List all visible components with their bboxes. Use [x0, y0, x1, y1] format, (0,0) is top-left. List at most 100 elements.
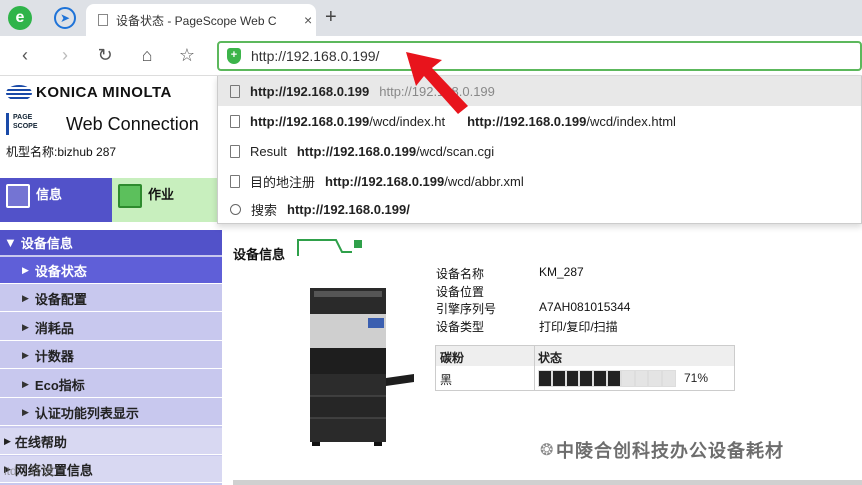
- field-label: 设备名称: [436, 267, 485, 281]
- new-tab-button[interactable]: +: [325, 6, 337, 29]
- toner-percent: 71%: [684, 371, 709, 385]
- address-suggestions: http://192.168.0.199 http://192.168.0.19…: [217, 76, 862, 224]
- suggestion-url: http://192.168.0.199: [250, 83, 370, 99]
- triangle-right-icon: ▶: [22, 264, 29, 275]
- suggestion-url-path: /wcd/scan.cgi: [416, 143, 495, 159]
- sidebar-item-label: 在线帮助: [14, 434, 67, 450]
- suggestion-url-path: /wcd/abbr.xml: [444, 173, 524, 189]
- home-icon[interactable]: ⌂: [136, 45, 158, 66]
- toner-segment: [663, 371, 675, 386]
- triangle-right-icon: ▶: [22, 292, 29, 303]
- suggestion-title-host: http://192.168.0.199: [467, 113, 587, 129]
- sidebar-nav: ▼ 设备信息 ▶ 设备状态 ▶ 设备配置 ▶ 消耗品 ▶ 计数器 ▶ Eco指标…: [0, 230, 222, 485]
- suggestion-item[interactable]: 目的地注册 http://192.168.0.199/wcd/abbr.xml: [218, 166, 861, 196]
- field-label: 设备类型: [436, 320, 485, 334]
- job-document-icon: [118, 184, 142, 208]
- info-cube-icon: [6, 184, 30, 208]
- suggestion-item[interactable]: http://192.168.0.199 http://192.168.0.19…: [218, 76, 861, 106]
- page-icon: [230, 114, 240, 128]
- reload-icon[interactable]: ↻: [94, 45, 116, 66]
- sidebar-item-label: 计数器: [34, 348, 74, 364]
- triangle-down-icon: ▼: [4, 235, 17, 250]
- suggestion-title: 目的地注册: [250, 174, 316, 190]
- suggestion-url-host: http://192.168.0.199: [325, 173, 445, 189]
- page-icon: [230, 144, 240, 158]
- suggestion-item[interactable]: Result http://192.168.0.199/wcd/scan.cgi: [218, 136, 861, 166]
- shield-icon: +: [227, 48, 241, 64]
- wechat-icon: ❂: [540, 442, 554, 459]
- back-icon[interactable]: ‹: [14, 45, 36, 66]
- suggestion-item[interactable]: 搜索 http://192.168.0.199/: [218, 194, 861, 224]
- brand-name: KONICA MINOLTA: [36, 84, 172, 101]
- search-icon: [230, 203, 241, 215]
- toner-row: 黑 71%: [436, 367, 734, 390]
- toner-segment: [552, 371, 565, 386]
- toner-segment: [566, 371, 579, 386]
- suggestion-url-host: http://192.168.0.199: [250, 113, 370, 129]
- toner-level-bar: [538, 370, 676, 387]
- toner-table: 碳粉 状态 黑 71%: [435, 345, 735, 391]
- address-input[interactable]: http://192.168.0.199/: [251, 48, 379, 64]
- toner-color: 黑: [440, 373, 453, 387]
- ps-line2: SCOPE: [13, 123, 38, 130]
- page-title: 设备信息: [233, 247, 286, 262]
- konica-minolta-globe-icon: [6, 84, 32, 101]
- toner-segment: [649, 371, 662, 386]
- toner-table-header: 碳粉 状态: [436, 346, 734, 366]
- title-decoration-icon: [297, 239, 362, 256]
- suggestion-title: Result: [250, 143, 287, 159]
- forward-icon[interactable]: ›: [54, 45, 76, 66]
- sidebar-item-online-help[interactable]: ▶ 在线帮助: [0, 428, 222, 455]
- triangle-right-icon: ▶: [22, 349, 29, 360]
- address-bar[interactable]: + http://192.168.0.199/: [217, 41, 862, 71]
- triangle-right-icon: ▶: [22, 321, 29, 332]
- browser-logo-icon[interactable]: e: [8, 6, 32, 30]
- corner-watermark: itd... 环境: [4, 464, 55, 478]
- scrollbar-horizontal[interactable]: [233, 480, 862, 485]
- toner-segment: [607, 371, 620, 386]
- nav-section-label: 设备信息: [20, 236, 73, 251]
- tab-title: 设备状态 - PageScope Web C: [116, 13, 277, 28]
- compass-icon[interactable]: ➤: [54, 7, 76, 29]
- page-icon: [230, 174, 240, 188]
- browser-tab-bar: e ➤ 设备状态 - PageScope Web C × +: [0, 0, 862, 36]
- red-arrow-annotation: [406, 52, 468, 114]
- pagescope-mark: PAGE SCOPE: [6, 113, 60, 135]
- tab-info[interactable]: 信息: [0, 178, 112, 222]
- browser-tab[interactable]: 设备状态 - PageScope Web C ×: [86, 4, 316, 36]
- toner-segment: [594, 371, 606, 386]
- toner-segment: [539, 371, 551, 386]
- field-label: 设备位置: [436, 285, 485, 299]
- sidebar-item-counter[interactable]: ▶ 计数器: [0, 342, 222, 369]
- field-label: 引擎序列号: [436, 302, 497, 316]
- sidebar-item-label: 设备配置: [34, 291, 87, 307]
- suggestion-url-host: http://192.168.0.199: [296, 143, 417, 159]
- sidebar-item-label: Eco指标: [34, 377, 85, 393]
- close-icon[interactable]: ×: [304, 12, 312, 28]
- ps-line1: PAGE: [13, 114, 33, 121]
- sidebar-item-device-status[interactable]: ▶ 设备状态: [0, 257, 222, 284]
- sidebar-item-device-config[interactable]: ▶ 设备配置: [0, 285, 222, 312]
- pagescope-logo: PAGE SCOPE Web Connection: [6, 113, 199, 135]
- toner-segment: [621, 371, 634, 386]
- bookmark-star-icon[interactable]: ☆: [176, 45, 198, 66]
- field-value: 打印/复印/扫描: [539, 320, 618, 334]
- nav-section-device[interactable]: ▼ 设备信息: [0, 230, 222, 255]
- suggestion-title: 搜索: [251, 202, 278, 218]
- toner-segment: [635, 371, 648, 386]
- toner-col-header: 碳粉: [440, 351, 465, 365]
- sidebar-item-eco[interactable]: ▶ Eco指标: [0, 371, 222, 398]
- field-value: A7AH081015344: [539, 300, 631, 314]
- brand-logo: KONICA MINOLTA: [6, 84, 172, 101]
- sidebar-item-auth-list[interactable]: ▶ 认证功能列表显示: [0, 399, 222, 426]
- page-icon: [230, 84, 240, 98]
- sidebar-item-consumables[interactable]: ▶ 消耗品: [0, 314, 222, 341]
- tab-job-label: 作业: [148, 187, 175, 202]
- tab-job[interactable]: 作业: [112, 178, 218, 222]
- suggestion-item[interactable]: http://192.168.0.199/wcd/index.ht http:/…: [218, 106, 861, 136]
- page-icon: [98, 14, 108, 26]
- sidebar-item-label: 设备状态: [34, 263, 87, 279]
- status-col-header: 状态: [538, 351, 563, 365]
- watermark: 中陵合创科技办公设备耗材: [556, 441, 784, 461]
- model-name: 机型名称:bizhub 287: [6, 145, 117, 159]
